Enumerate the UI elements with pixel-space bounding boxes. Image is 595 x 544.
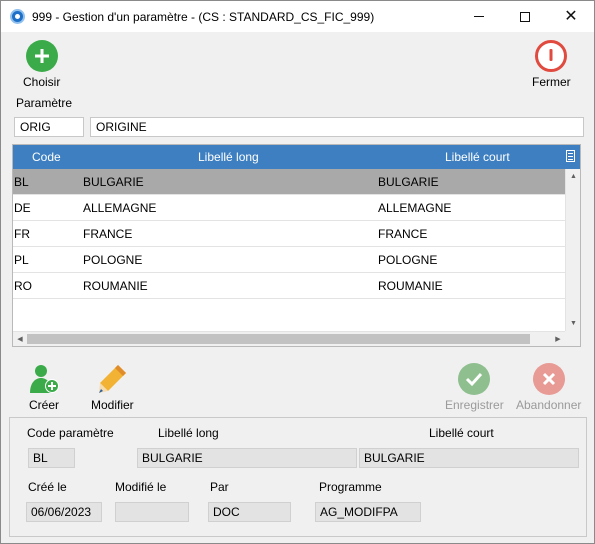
par-field: DOC: [208, 502, 291, 522]
parametre-code-field[interactable]: ORIG: [14, 117, 84, 137]
abandonner-button[interactable]: Abandonner: [516, 363, 581, 412]
cell-code: BL: [14, 175, 29, 189]
minimize-icon: [474, 16, 484, 17]
code-parametre-label: Code paramètre: [27, 426, 114, 440]
cree-le-label: Créé le: [28, 480, 67, 494]
modifie-le-label: Modifié le: [115, 480, 167, 494]
close-button[interactable]: ✕: [548, 1, 594, 32]
abandonner-label: Abandonner: [516, 398, 582, 412]
table-row[interactable]: FR FRANCE FRANCE: [13, 221, 565, 247]
plus-icon: [25, 40, 58, 72]
enregistrer-label: Enregistrer: [445, 398, 504, 412]
cell-libelle-long: ROUMANIE: [83, 279, 148, 293]
cree-le-field: 06/06/2023: [26, 502, 102, 522]
power-icon: [535, 40, 568, 72]
creer-label: Créer: [28, 398, 59, 412]
cell-libelle-court: BULGARIE: [378, 175, 439, 189]
cell-libelle-court: FRANCE: [378, 227, 428, 241]
par-label: Par: [210, 480, 229, 494]
table-row[interactable]: PL POLOGNE POLOGNE: [13, 247, 565, 273]
column-header-libelle-court[interactable]: Libellé court: [445, 150, 510, 164]
scroll-up-icon[interactable]: ▲: [566, 169, 580, 184]
parametre-section-label: Paramètre: [16, 96, 73, 110]
cell-code: RO: [14, 279, 32, 293]
modifier-label: Modifier: [91, 398, 134, 412]
libelle-long-label: Libellé long: [158, 426, 219, 440]
cell-code: FR: [14, 227, 30, 241]
minimize-button[interactable]: [456, 1, 502, 32]
cell-libelle-long: BULGARIE: [83, 175, 144, 189]
scroll-right-icon[interactable]: ▶: [551, 332, 565, 346]
scroll-thumb[interactable]: [27, 334, 530, 344]
table-row[interactable]: RO ROUMANIE ROUMANIE: [13, 273, 565, 299]
close-icon: ✕: [564, 7, 578, 25]
libelle-court-label: Libellé court: [429, 426, 494, 440]
app-icon: [10, 9, 25, 24]
table-body: BL BULGARIE BULGARIE DE ALLEMAGNE ALLEMA…: [13, 169, 565, 299]
programme-field: AG_MODIFPA: [315, 502, 421, 522]
cell-libelle-long: POLOGNE: [83, 253, 143, 267]
choisir-label: Choisir: [23, 75, 61, 89]
scroll-corner: [565, 331, 580, 346]
cancel-icon: [532, 363, 565, 395]
programme-label: Programme: [319, 480, 382, 494]
maximize-icon: [520, 11, 530, 22]
creer-button[interactable]: Créer: [28, 363, 60, 412]
parametre-libelle-field[interactable]: ORIGINE: [90, 117, 584, 137]
column-header-libelle-long[interactable]: Libellé long: [198, 150, 259, 164]
table-row[interactable]: BL BULGARIE BULGARIE: [13, 169, 565, 195]
cell-libelle-long: ALLEMAGNE: [83, 201, 157, 215]
modifier-button[interactable]: Modifier: [91, 363, 134, 412]
cell-code: PL: [14, 253, 29, 267]
enregistrer-button[interactable]: Enregistrer: [445, 363, 504, 412]
vertical-scrollbar[interactable]: ▲ ▼: [565, 169, 580, 332]
detail-libelle-long-field: BULGARIE: [137, 448, 357, 468]
modifie-le-field: [115, 502, 189, 522]
scroll-down-icon[interactable]: ▼: [566, 316, 580, 331]
cell-libelle-court: POLOGNE: [378, 253, 438, 267]
cell-libelle-long: FRANCE: [83, 227, 133, 241]
fermer-label: Fermer: [532, 75, 571, 89]
scroll-left-icon[interactable]: ◀: [13, 332, 27, 346]
check-icon: [458, 363, 491, 395]
window-title: 999 - Gestion d'un paramètre - (CS : STA…: [32, 10, 375, 24]
maximize-button[interactable]: [502, 1, 548, 32]
main-window: 999 - Gestion d'un paramètre - (CS : STA…: [0, 0, 595, 544]
column-chooser-icon[interactable]: [566, 150, 575, 162]
fermer-button[interactable]: Fermer: [532, 40, 571, 89]
cell-libelle-court: ROUMANIE: [378, 279, 443, 293]
parametre-values-table: Code Libellé long Libellé court BL BULGA…: [12, 144, 581, 347]
detail-code-field: BL: [28, 448, 75, 468]
column-header-code[interactable]: Code: [32, 150, 61, 164]
add-user-icon: [30, 365, 59, 393]
cell-code: DE: [14, 201, 31, 215]
title-bar: 999 - Gestion d'un paramètre - (CS : STA…: [1, 1, 594, 32]
horizontal-scrollbar[interactable]: ◀ ▶: [13, 331, 565, 346]
choisir-button[interactable]: Choisir: [23, 40, 60, 89]
table-header: Code Libellé long Libellé court: [13, 145, 580, 169]
table-row[interactable]: DE ALLEMAGNE ALLEMAGNE: [13, 195, 565, 221]
cell-libelle-court: ALLEMAGNE: [378, 201, 452, 215]
detail-libelle-court-field: BULGARIE: [359, 448, 579, 468]
pencil-icon: [99, 365, 127, 393]
detail-panel: Code paramètre Libellé long Libellé cour…: [9, 417, 587, 537]
